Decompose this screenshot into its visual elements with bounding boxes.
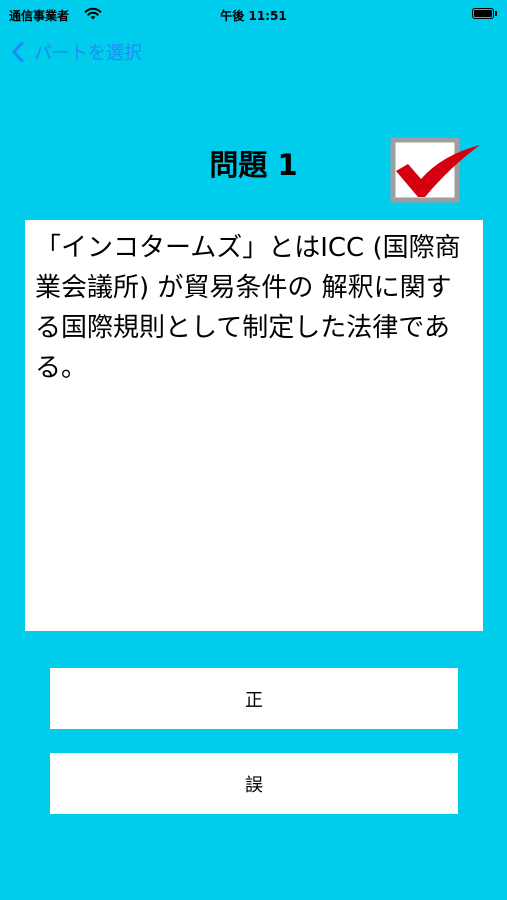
true-answer-button[interactable]: 正 [50,668,458,729]
back-button-label: パートを選択 [34,43,142,64]
true-answer-label: 正 [245,689,263,711]
chevron-left-icon [12,41,24,63]
back-button[interactable]: パートを選択 [10,38,142,66]
question-text: 「インコタームズ」とはICC (国際商業会議所) が貿易条件の 解釈に関する国際… [35,233,461,383]
status-bar: 通信事業者 午後 11:51 [0,0,507,28]
battery-tip [495,11,497,16]
battery-level [474,10,492,17]
false-answer-label: 誤 [245,774,263,796]
question-card: 「インコタームズ」とはICC (国際商業会議所) が貿易条件の 解釈に関する国際… [25,220,483,631]
status-time: 午後 11:51 [220,9,287,23]
battery-icon [472,8,494,19]
false-answer-button[interactable]: 誤 [50,753,458,814]
checkmark-icon [390,137,480,203]
